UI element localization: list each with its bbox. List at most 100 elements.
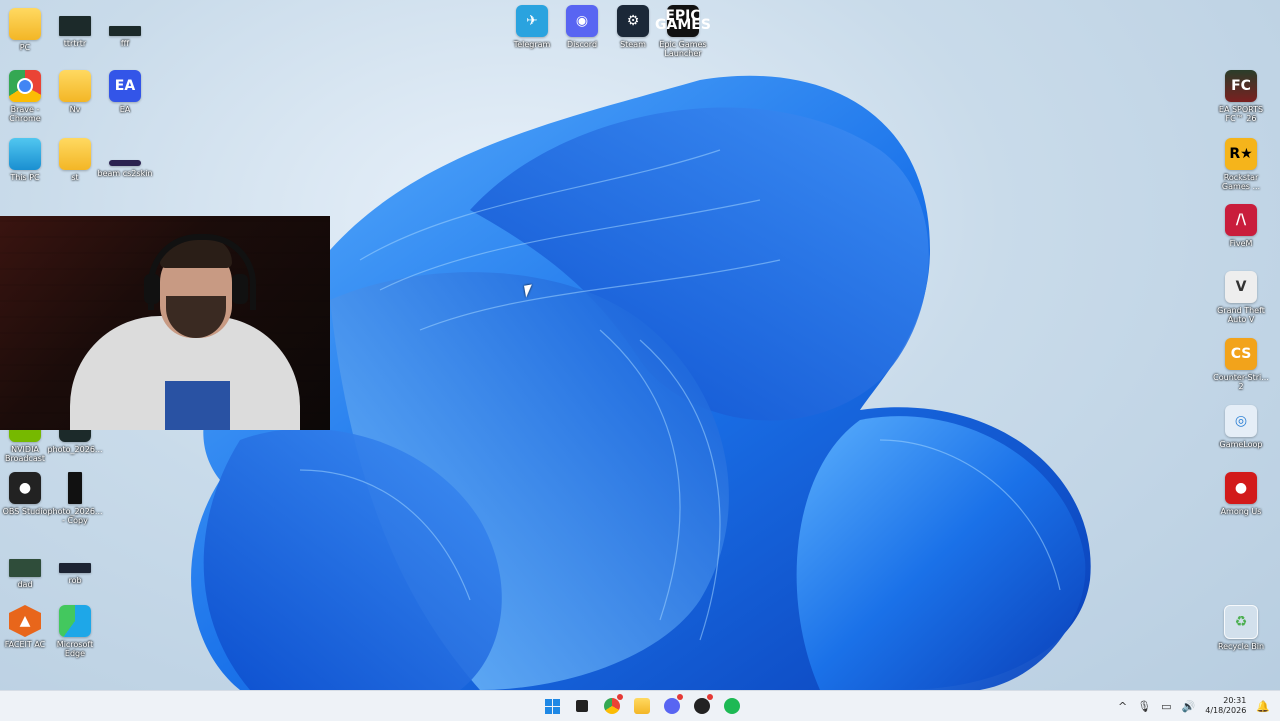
- desktop-icon-label: Recycle Bin: [1217, 642, 1265, 651]
- recycle-bin-icon: ♻: [1224, 605, 1258, 639]
- desktop-icon-gameloop[interactable]: ◎ GameLoop: [1213, 405, 1269, 467]
- headset-earcup-left: [144, 274, 160, 304]
- telegram-icon: ✈: [516, 5, 548, 37]
- clock-time: 20:31: [1223, 696, 1247, 705]
- desktop-icon-label: photo_2026...: [47, 445, 103, 454]
- desktop-icon-photo-copy[interactable]: photo_2026... - Copy: [47, 472, 103, 534]
- fc26-icon: FC: [1225, 70, 1257, 102]
- task-view-button[interactable]: [570, 694, 594, 718]
- clock-date: 4/18/2026: [1205, 706, 1247, 715]
- desktop-icon-label: GameLoop: [1219, 440, 1263, 449]
- image-thumb-icon: [59, 563, 91, 573]
- desktop-icon-label: Discord: [566, 40, 598, 49]
- desktop-icon-ea-sports-fc26[interactable]: FC EA SPORTS FC™ 26: [1213, 70, 1269, 132]
- image-thumb-icon: [9, 559, 41, 577]
- obs-icon: ●: [9, 472, 41, 504]
- monitor-icon: [9, 138, 41, 170]
- desktop-icon-rockstar-games[interactable]: R★ Rockstar Games ...: [1213, 138, 1269, 200]
- task-view-icon: [576, 700, 588, 712]
- desktop-icon-ttrtrtr[interactable]: ttrtrtr: [47, 8, 103, 70]
- notification-badge: [677, 694, 683, 700]
- taskbar-obs-button[interactable]: [690, 694, 714, 718]
- fivem-icon: /\: [1225, 204, 1257, 236]
- folder-icon: [9, 8, 41, 40]
- desktop-icon-epic-games[interactable]: EPIC GAMES Epic Games Launcher: [655, 5, 711, 67]
- chrome-icon: [9, 70, 41, 102]
- desktop-icon-ea[interactable]: EA EA: [97, 70, 153, 132]
- network-icon[interactable]: ▭: [1161, 700, 1171, 713]
- taskbar-apps: [540, 694, 744, 718]
- desktop-icon-label: beam cs2skin: [97, 169, 153, 178]
- rockstar-icon: R★: [1225, 138, 1257, 170]
- image-thumb-icon: [109, 160, 141, 166]
- desktop-icon-steam[interactable]: ⚙ Steam: [605, 5, 661, 67]
- desktop-icon-microsoft-edge[interactable]: Microsoft Edge: [47, 605, 103, 667]
- desktop-icon-label: Epic Games Launcher: [659, 40, 707, 58]
- webcam-overlay: [0, 216, 330, 430]
- image-thumb-icon: [68, 472, 82, 504]
- discord-icon: ◉: [566, 5, 598, 37]
- discord-icon: [664, 698, 680, 714]
- windows-logo-icon: [544, 698, 560, 714]
- image-thumb-icon: [59, 16, 91, 36]
- desktop-icon-label: Rockstar Games ...: [1221, 173, 1261, 191]
- start-button[interactable]: [540, 694, 564, 718]
- taskbar-file-explorer-button[interactable]: [630, 694, 654, 718]
- desktop-icon-this-pc[interactable]: This PC: [0, 138, 53, 200]
- desktop-icon-recycle-bin[interactable]: ♻ Recycle Bin: [1213, 605, 1269, 667]
- desktop-icon-label: EA SPORTS FC™ 26: [1218, 105, 1264, 123]
- headset-earcup-right: [232, 274, 248, 304]
- desktop-icon-beam-cs2skin[interactable]: beam cs2skin: [97, 138, 153, 200]
- cs2-icon: CS: [1225, 338, 1257, 370]
- taskbar-spotify-button[interactable]: [720, 694, 744, 718]
- folder-icon: [59, 138, 91, 170]
- desktop-icon-rob[interactable]: rob: [47, 545, 103, 607]
- file-explorer-icon: [634, 698, 650, 714]
- notifications-icon[interactable]: 🔔: [1256, 700, 1270, 713]
- desktop-icon-counter-strike-2[interactable]: CS Counter-Stri... 2: [1213, 338, 1269, 400]
- desktop-icon-among-us[interactable]: ● Among Us: [1213, 472, 1269, 534]
- taskbar-discord-button[interactable]: [660, 694, 684, 718]
- desktop-icon-fivem[interactable]: /\ FiveM: [1213, 204, 1269, 266]
- steam-icon: ⚙: [617, 5, 649, 37]
- microphone-icon[interactable]: 🎙: [1137, 700, 1151, 713]
- spotify-icon: [724, 698, 740, 714]
- system-tray: ^ 🎙 ▭ 🔊 20:31 4/18/2026 🔔: [1118, 691, 1270, 721]
- amongus-icon: ●: [1225, 472, 1257, 504]
- desktop-icon-gta-v[interactable]: V Grand Theft Auto V: [1213, 271, 1269, 333]
- faceit-icon: ▲: [9, 605, 41, 637]
- desktop-icon-label: Grand Theft Auto V: [1217, 306, 1265, 324]
- notification-badge: [617, 694, 623, 700]
- desktop-icon-st[interactable]: st: [47, 138, 103, 200]
- desktop-icon-discord[interactable]: ◉ Discord: [554, 5, 610, 67]
- gameloop-icon: ◎: [1225, 405, 1257, 437]
- taskbar: ^ 🎙 ▭ 🔊 20:31 4/18/2026 🔔: [0, 690, 1280, 721]
- ea-icon: EA: [109, 70, 141, 102]
- desktop-icon-label: FiveM: [1229, 239, 1253, 248]
- epic-icon: EPIC GAMES: [655, 5, 711, 37]
- gta-icon: V: [1225, 271, 1257, 303]
- volume-icon[interactable]: 🔊: [1182, 700, 1196, 713]
- webcam-shirt-print: [165, 381, 230, 430]
- obs-icon: [694, 698, 710, 714]
- desktop-icon-label: Counter-Stri... 2: [1213, 373, 1269, 391]
- taskbar-chrome-button[interactable]: [600, 694, 624, 718]
- chevron-up-icon[interactable]: ^: [1118, 700, 1127, 713]
- desktop-icon-label: Microsoft Edge: [56, 640, 94, 658]
- desktop-icon-brave-chrome[interactable]: Brave - Chrome: [0, 70, 53, 132]
- desktop-icon-label: photo_2026... - Copy: [47, 507, 103, 525]
- desktop-icon-label: EA: [119, 105, 131, 114]
- desktop-icon-nv[interactable]: Nv: [47, 70, 103, 132]
- mouse-cursor-icon: [524, 284, 534, 298]
- desktop-icon-fff[interactable]: fff: [97, 8, 153, 70]
- clock[interactable]: 20:31 4/18/2026: [1205, 696, 1246, 716]
- folder-icon: [59, 70, 91, 102]
- desktop-icon-telegram[interactable]: ✈ Telegram: [504, 5, 560, 67]
- desktop-icon-label: Among Us: [1220, 507, 1262, 516]
- edge-icon: [59, 605, 91, 637]
- desktop-icon-label: rob: [68, 576, 82, 585]
- chrome-icon: [604, 698, 620, 714]
- desktop-icon-label: fff: [120, 39, 130, 48]
- image-thumb-icon: [109, 26, 141, 36]
- recording-indicator: [707, 694, 713, 700]
